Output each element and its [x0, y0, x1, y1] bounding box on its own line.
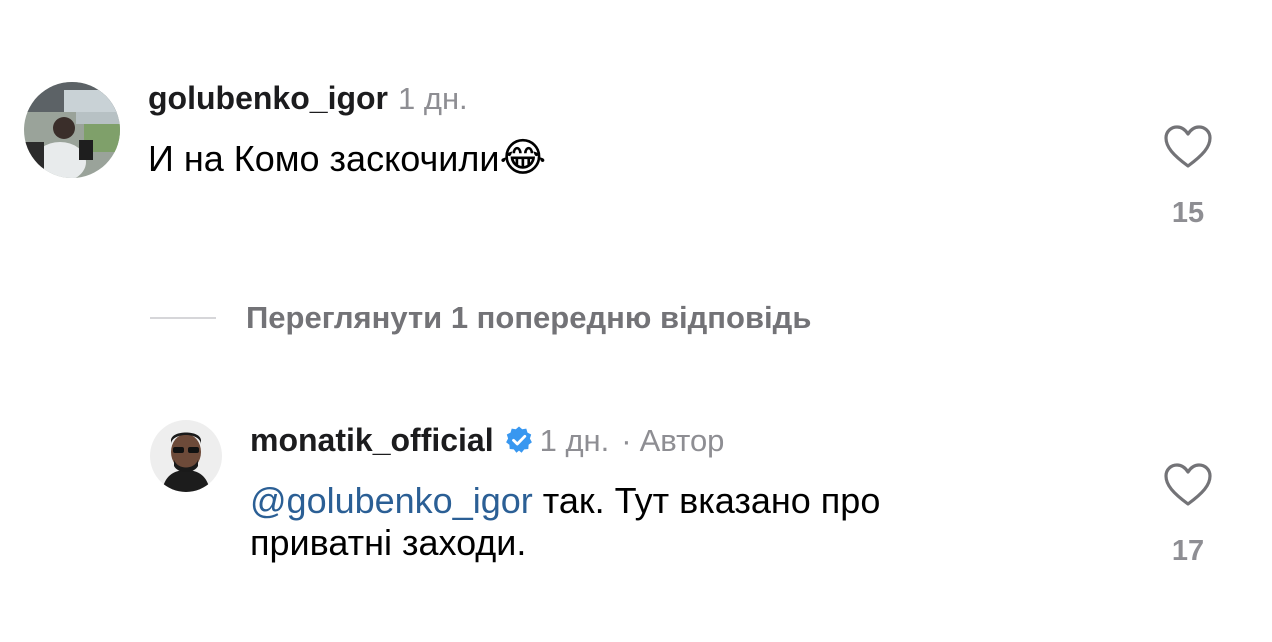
reply-text-line-2: приватні заходи. — [250, 522, 527, 563]
reply-header: monatik_official 1 дн. · Автор — [250, 421, 724, 459]
reply-time: 1 дн. — [539, 423, 610, 458]
verified-badge-icon — [504, 425, 534, 460]
meta-separator: · — [621, 423, 632, 458]
view-previous-replies-button[interactable]: Переглянути 1 попередню відповідь — [150, 300, 811, 336]
reply-text: @golubenko_igor так. Тут вказано про при… — [250, 480, 880, 564]
view-replies-label: Переглянути 1 попередню відповідь — [246, 300, 812, 335]
comment-time: 1 дн. — [398, 81, 468, 116]
comment-text-content: И на Комо заскочили — [148, 138, 500, 179]
laughing-emoji-icon: 😂 — [499, 136, 547, 180]
comment-header: golubenko_igor 1 дн. — [148, 80, 468, 117]
reply-text-part-1: так. Тут вказано про — [542, 480, 881, 521]
comment-text: И на Комо заскочили😂 — [148, 137, 546, 180]
comment-username[interactable]: golubenko_igor — [148, 80, 388, 117]
like-heart-icon[interactable] — [1163, 124, 1213, 175]
like-heart-icon[interactable] — [1163, 462, 1213, 513]
mention-link[interactable]: @golubenko_igor — [250, 480, 533, 521]
avatar-golubenko-igor[interactable] — [24, 82, 120, 178]
divider-line — [150, 317, 216, 319]
like-count: 17 — [1171, 535, 1205, 567]
avatar-monatik-official[interactable] — [150, 420, 222, 492]
reply-username[interactable]: monatik_official — [250, 422, 494, 459]
reply-text-line-1: @golubenko_igor так. Тут вказано про — [250, 480, 880, 522]
man-with-sunglasses-photo-icon — [150, 420, 222, 492]
author-label: Автор — [639, 423, 725, 458]
user-driving-car-photo-icon — [24, 82, 120, 178]
like-count: 15 — [1171, 197, 1205, 229]
